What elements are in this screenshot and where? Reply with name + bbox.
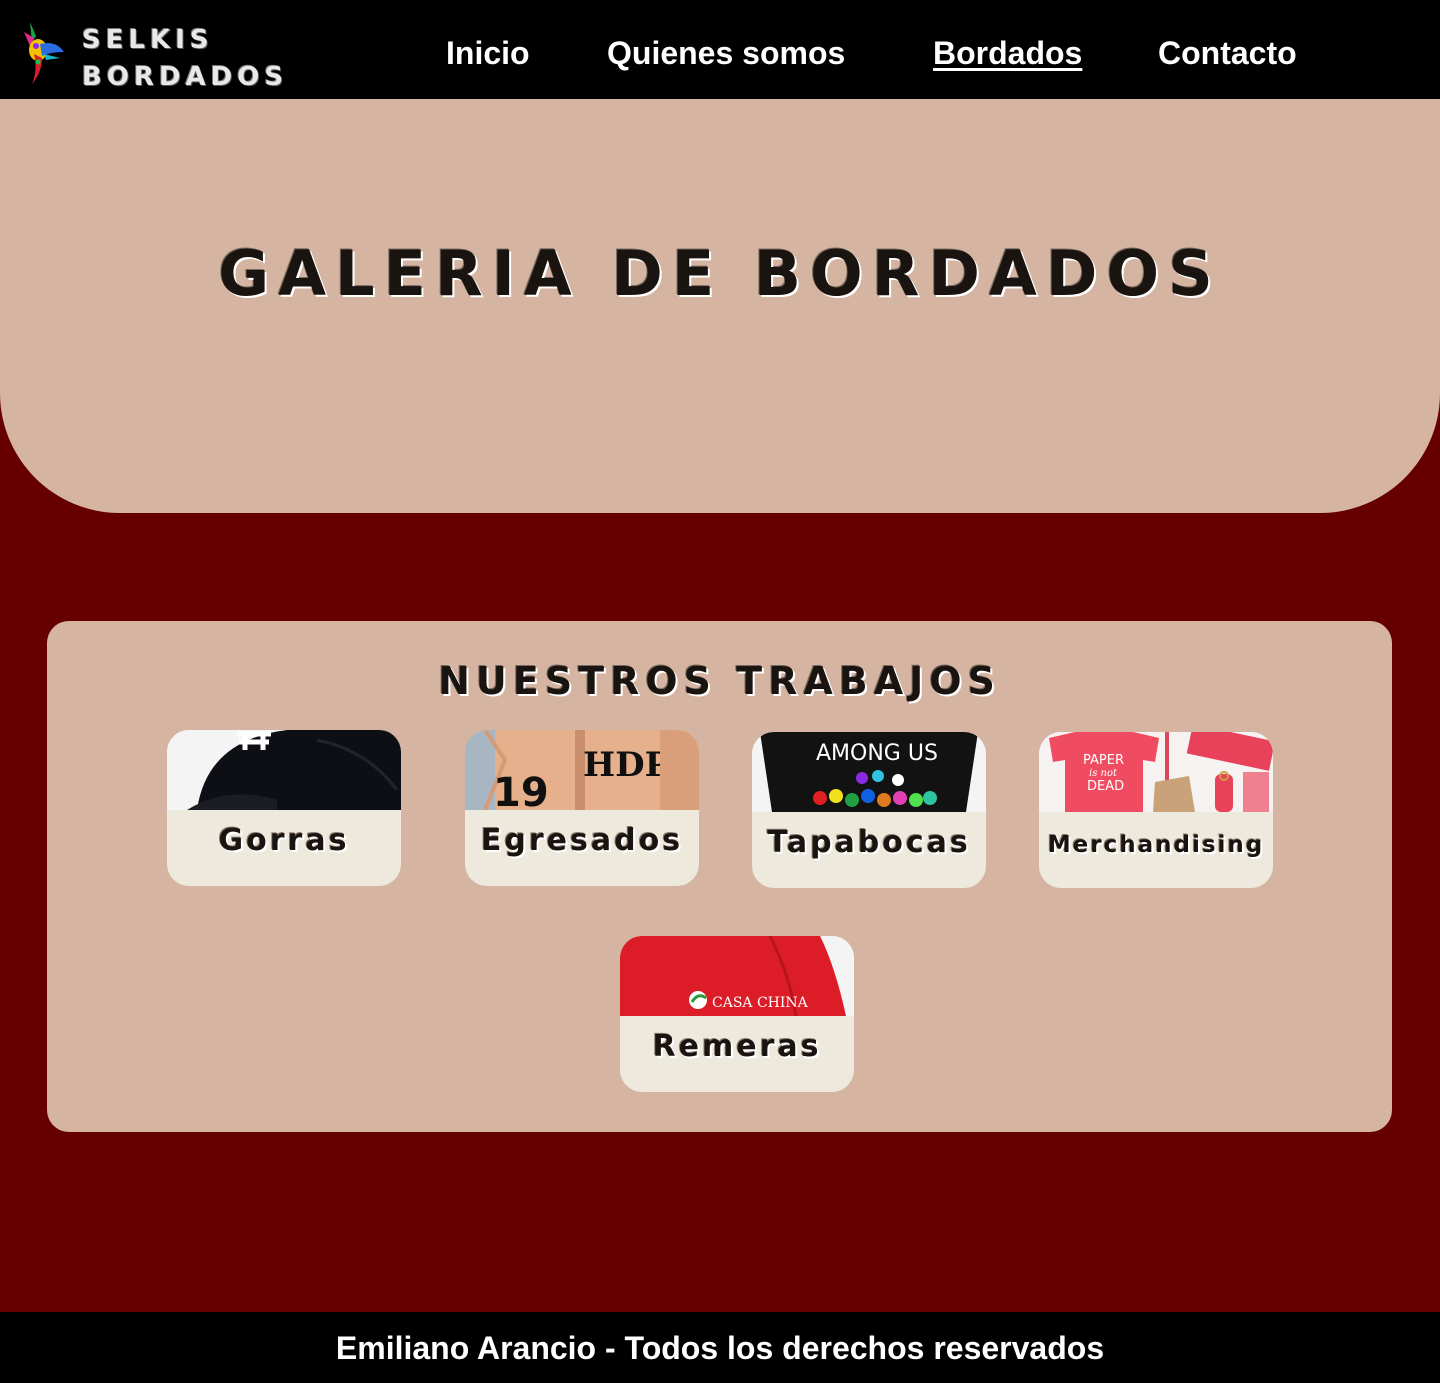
- copyright-text: Emiliano Arancio - Todos los derechos re…: [335, 1330, 1105, 1366]
- nav-link-contacto[interactable]: Contacto: [1158, 30, 1297, 76]
- site-footer: Emiliano Arancio - Todos los derechos re…: [0, 1312, 1440, 1383]
- graduation-jacket-photo: 19 HDP: [465, 730, 699, 810]
- page-title: GALERIA DE BORDADOS: [218, 237, 1222, 310]
- card-label: Gorras: [218, 823, 350, 858]
- hummingbird-icon[interactable]: [20, 18, 68, 88]
- merch-photo: PAPER is not DEAD: [1039, 732, 1273, 812]
- gallery-card-gorras[interactable]: Gorras: [167, 730, 401, 886]
- svg-text:HDP: HDP: [583, 745, 670, 785]
- nav-link-bordados[interactable]: Bordados: [933, 30, 1082, 76]
- card-label: Merchandising: [1047, 832, 1265, 858]
- gallery-card-egresados[interactable]: 19 HDP Egresados: [465, 730, 699, 886]
- gallery-card-merchandising[interactable]: PAPER is not DEAD Merchandising: [1039, 732, 1273, 888]
- gallery-card-remeras[interactable]: CASA CHINA Remeras: [620, 936, 854, 1092]
- gallery-title: NUESTROS TRABAJOS: [438, 659, 1001, 703]
- svg-text:is not: is not: [1089, 768, 1118, 779]
- gallery-panel: NUESTROS TRABAJOS Gorras 19 HDP Egresado…: [47, 621, 1392, 1132]
- card-label: Remeras: [652, 1029, 822, 1064]
- brand-logo-text[interactable]: SELKIS BORDADOS: [82, 22, 288, 96]
- cap-photo: [167, 730, 401, 810]
- site-header: SELKIS BORDADOS Inicio Quienes somos Bor…: [0, 0, 1440, 99]
- svg-text:AMONG US: AMONG US: [816, 741, 938, 766]
- nav-link-inicio[interactable]: Inicio: [446, 30, 530, 76]
- tshirt-photo: CASA CHINA: [620, 936, 854, 1016]
- nav-link-quienes-somos[interactable]: Quienes somos: [607, 30, 845, 76]
- gallery-card-tapabocas[interactable]: AMONG US Tapabocas: [752, 732, 986, 888]
- svg-text:19: 19: [493, 770, 549, 810]
- card-label: Tapabocas: [767, 825, 971, 860]
- face-mask-photo: AMONG US: [752, 732, 986, 812]
- svg-text:DEAD: DEAD: [1087, 779, 1124, 794]
- svg-text:PAPER: PAPER: [1083, 753, 1124, 768]
- hero-banner: GALERIA DE BORDADOS: [0, 99, 1440, 513]
- brand-line-1: SELKIS: [82, 25, 214, 55]
- brand-line-2: BORDADOS: [82, 62, 289, 92]
- card-label: Egresados: [480, 823, 684, 858]
- svg-text:CASA CHINA: CASA CHINA: [712, 995, 809, 1011]
